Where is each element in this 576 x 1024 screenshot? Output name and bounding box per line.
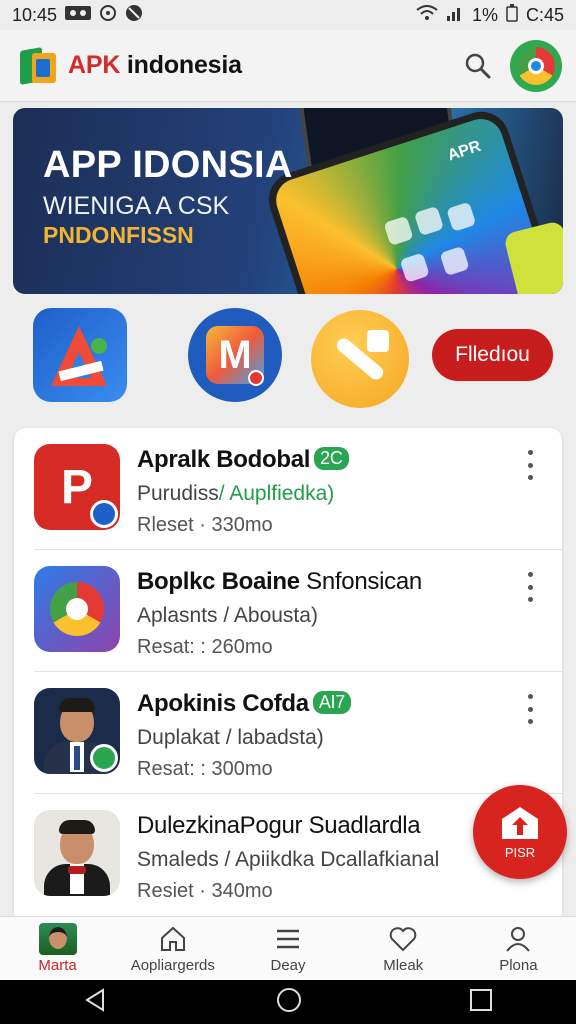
system-nav-bar [0, 980, 576, 1024]
app-title-accent: APK [68, 51, 121, 79]
nav-label: Mleak [383, 957, 424, 974]
battery-percent: 1% [471, 4, 498, 25]
wifi-icon [416, 4, 438, 26]
location-off-icon [125, 4, 143, 27]
banner-tagline: PNDONFISSN [43, 222, 194, 248]
banner-subtitle: WIENIGA A CSK [43, 192, 230, 220]
home-icon [159, 923, 187, 955]
app-meta: Resiet · 340mo [137, 880, 273, 902]
app-logo-icon [18, 45, 60, 87]
nav-item-apps[interactable]: Aopliargerds [115, 917, 230, 980]
app-icon-chrome [34, 566, 120, 652]
more-options-icon[interactable] [520, 450, 540, 480]
floating-action-button[interactable]: PISR [473, 785, 567, 879]
app-title: Apralk Bodobal [137, 446, 311, 473]
nav-label: Marta [38, 957, 77, 974]
featured-app-m-icon[interactable]: M [188, 308, 282, 402]
app-subtitle: Duplakat / labadsta) [137, 726, 324, 749]
nav-label: Aopliargerds [130, 957, 215, 974]
list-item[interactable]: Apokinis Cofda AI7 Duplakat / labadsta) R… [14, 672, 562, 794]
recents-icon[interactable] [469, 988, 493, 1017]
nav-label: Deay [270, 957, 306, 974]
status-time-right: C:45 [525, 4, 564, 25]
app-icon-portrait [34, 810, 120, 896]
back-icon[interactable] [83, 987, 109, 1018]
app-title: APK indonesia [68, 51, 458, 80]
app-tag: AI7 [312, 691, 351, 714]
status-bar: 10:45 1% C:45 [0, 0, 576, 30]
app-subtitle-green: / Auplfiedka) [218, 482, 335, 505]
search-button[interactable] [458, 46, 498, 86]
nav-item-likes[interactable]: Mleak [346, 917, 461, 980]
nav-label: Plona [499, 957, 538, 974]
more-options-icon[interactable] [520, 694, 540, 724]
nav-item-profile[interactable]: Plona [461, 917, 576, 980]
app-meta: Resat: : 260mo [137, 636, 273, 658]
nav-item-day[interactable]: Deay [230, 917, 345, 980]
search-icon [465, 53, 491, 78]
status-time: 10:45 [12, 4, 58, 25]
battery-icon [506, 3, 518, 27]
home-circle-icon[interactable] [275, 986, 303, 1019]
app-meta: Resat: : 300mo [137, 758, 273, 780]
app-subtitle: Aplasnts / Abousta) [137, 604, 318, 627]
follow-button[interactable]: Flledıou [432, 329, 553, 381]
app-meta: Rleset · 330mo [137, 514, 273, 536]
heart-icon [388, 923, 418, 955]
app-bar: APK indonesia [0, 30, 576, 102]
menu-icon [274, 923, 302, 955]
app-icon-portrait [34, 688, 120, 774]
badge-icon [90, 500, 118, 528]
featured-apps-row: M Flledıou [0, 306, 576, 408]
browser-button[interactable] [510, 39, 562, 92]
app-title: Boplkc Boaine [137, 568, 300, 595]
chrome-icon [517, 46, 555, 85]
signal-icon [446, 5, 464, 26]
banner-title: APP IDONSIA [43, 144, 293, 186]
app-title-rest: Snfonsican [299, 568, 422, 595]
list-item[interactable]: Boplkc Boaine Snfonsican Aplasnts / Abou… [14, 550, 562, 672]
featured-app-pin-icon[interactable] [311, 310, 409, 408]
app-title-rest: indonesia [120, 51, 242, 79]
fab-label: PISR [504, 844, 536, 860]
more-options-icon[interactable] [520, 572, 540, 602]
upload-icon [502, 806, 538, 839]
promo-banner[interactable]: APR APP IDONSIA WIENIGA A CSK PNDONFISSN [13, 108, 563, 294]
list-item[interactable]: P Apralk Bodobal 2C Purudiss/ Auplfiedka)… [14, 428, 562, 550]
person-icon [504, 923, 532, 955]
voicemail-icon [65, 5, 92, 26]
app-tag: 2C [314, 447, 349, 470]
app-title: DulezkinaPogur Suadlardla [137, 812, 421, 839]
app-icon-red-p: P [34, 444, 120, 530]
phone-screen-text: APR [445, 137, 483, 165]
sync-icon [99, 4, 117, 27]
app-title: Apokinis Cofda [137, 690, 309, 717]
avatar [38, 923, 77, 955]
badge-icon [90, 744, 118, 772]
nav-item-marta[interactable]: Marta [0, 917, 115, 980]
bottom-nav: Marta Aopliargerds Deay Mleak Plona [0, 916, 576, 980]
app-subtitle: Purudiss [137, 482, 219, 505]
featured-app-a-icon[interactable] [33, 308, 127, 402]
app-subtitle: Smaleds / Apiikdka Dcallafkianal [137, 848, 440, 871]
